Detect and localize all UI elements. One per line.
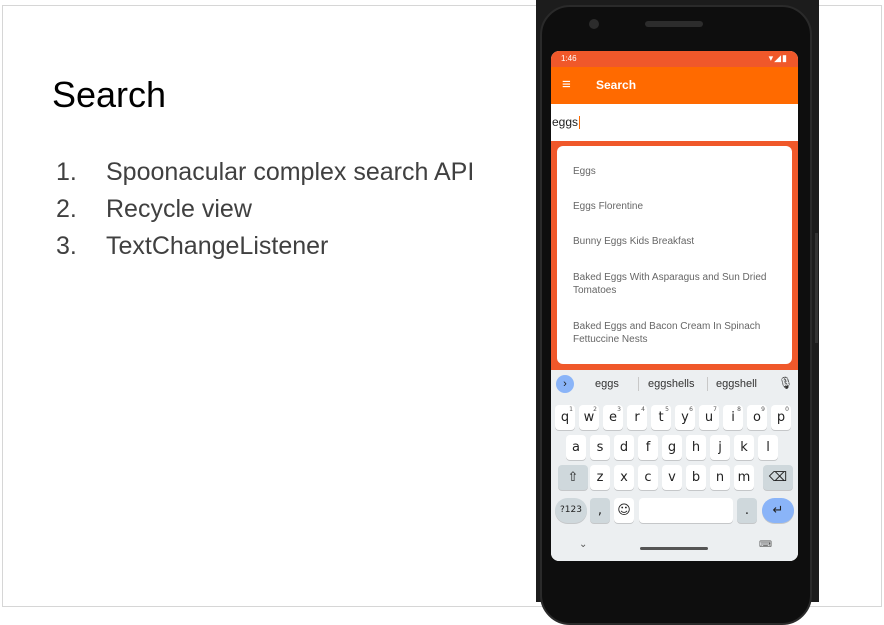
- key-z[interactable]: z: [590, 465, 610, 490]
- key-f[interactable]: f: [638, 435, 658, 460]
- hamburger-menu-icon[interactable]: ≡: [562, 77, 571, 92]
- enter-key[interactable]: ↵: [762, 498, 794, 523]
- key-t[interactable]: t5: [651, 405, 671, 430]
- result-item[interactable]: Eggs Florentine: [573, 200, 773, 213]
- speaker-grille: [645, 21, 703, 27]
- bullet-text: TextChangeListener: [106, 232, 329, 260]
- suggestion-word[interactable]: eggs: [595, 378, 619, 390]
- camera-icon: [589, 19, 599, 29]
- nav-back-icon[interactable]: ⌄: [579, 539, 587, 550]
- phone-screen: 1:46 ▾◢▮ ≡ Search eggs Eggs Eggs Florent…: [551, 51, 798, 561]
- key-g[interactable]: g: [662, 435, 682, 460]
- status-bar: 1:46 ▾◢▮: [551, 51, 798, 67]
- emoji-icon[interactable]: ☺: [614, 498, 634, 523]
- search-input[interactable]: eggs: [551, 104, 798, 141]
- key-v[interactable]: v: [662, 465, 682, 490]
- key-x[interactable]: x: [614, 465, 634, 490]
- suggestion-word[interactable]: eggshells: [648, 378, 694, 390]
- key-j[interactable]: j: [710, 435, 730, 460]
- keyboard-switch-icon[interactable]: ⌨: [759, 539, 772, 550]
- result-item[interactable]: Baked Eggs and Bacon Cream In Spinach Fe…: [573, 320, 773, 346]
- result-item[interactable]: Eggs: [573, 165, 773, 178]
- home-handle[interactable]: [640, 547, 708, 550]
- key-s[interactable]: s: [590, 435, 610, 460]
- app-bar: ≡ Search: [551, 67, 798, 104]
- space-bar[interactable]: [639, 498, 733, 523]
- text-caret: [579, 116, 581, 130]
- period-key[interactable]: .: [737, 498, 757, 523]
- key-n[interactable]: n: [710, 465, 730, 490]
- divider: [707, 377, 708, 391]
- microphone-icon[interactable]: 🎙: [778, 376, 793, 390]
- key-b[interactable]: b: [686, 465, 706, 490]
- key-r[interactable]: r4: [627, 405, 647, 430]
- key-y[interactable]: y6: [675, 405, 695, 430]
- results-list: Eggs Eggs Florentine Bunny Eggs Kids Bre…: [557, 146, 792, 364]
- bullet-item: 1. Spoonacular complex search API: [56, 154, 474, 191]
- key-d[interactable]: d: [614, 435, 634, 460]
- bullet-number: 1.: [56, 158, 77, 186]
- app-bar-title: Search: [596, 78, 637, 92]
- navigation-bar: ⌄ ⌨: [551, 535, 798, 561]
- key-m[interactable]: m: [734, 465, 754, 490]
- phone-side-button: [815, 233, 818, 343]
- key-e[interactable]: e3: [603, 405, 623, 430]
- chevron-right-icon[interactable]: ›: [556, 375, 574, 393]
- comma-key[interactable]: ,: [590, 498, 610, 523]
- key-w[interactable]: w2: [579, 405, 599, 430]
- bullet-number: 2.: [56, 195, 77, 223]
- status-time: 1:46: [561, 54, 577, 63]
- bullet-item: 2. Recycle view: [56, 191, 474, 228]
- key-l[interactable]: l: [758, 435, 778, 460]
- result-item[interactable]: Baked Eggs With Asparagus and Sun Dried …: [573, 271, 773, 297]
- search-input-value: eggs: [552, 115, 581, 130]
- key-c[interactable]: c: [638, 465, 658, 490]
- slide-title: Search: [52, 74, 167, 115]
- key-a[interactable]: a: [566, 435, 586, 460]
- numbers-key[interactable]: ?123: [555, 498, 587, 523]
- bullet-text: Recycle view: [106, 195, 252, 223]
- key-k[interactable]: k: [734, 435, 754, 460]
- suggestion-word[interactable]: eggshell: [716, 378, 757, 390]
- key-u[interactable]: u7: [699, 405, 719, 430]
- result-item[interactable]: Bunny Eggs Kids Breakfast: [573, 235, 773, 248]
- bullet-list: 1. Spoonacular complex search API 2. Recyc…: [56, 154, 474, 265]
- divider: [638, 377, 639, 391]
- key-q[interactable]: q1: [555, 405, 575, 430]
- key-h[interactable]: h: [686, 435, 706, 460]
- status-icons: ▾◢▮: [768, 53, 788, 63]
- shift-key[interactable]: ⇧: [558, 465, 588, 490]
- bullet-item: 3. TextChangeListener: [56, 228, 474, 265]
- soft-keyboard: › eggs eggshells eggshell 🎙 q1w2e3r4t5y6…: [551, 370, 798, 561]
- key-i[interactable]: i8: [723, 405, 743, 430]
- key-o[interactable]: o9: [747, 405, 767, 430]
- suggestion-strip: › eggs eggshells eggshell 🎙: [551, 370, 798, 398]
- backspace-key[interactable]: ⌫: [763, 465, 793, 490]
- key-p[interactable]: p0: [771, 405, 791, 430]
- bullet-text: Spoonacular complex search API: [106, 158, 475, 186]
- bullet-number: 3.: [56, 232, 77, 260]
